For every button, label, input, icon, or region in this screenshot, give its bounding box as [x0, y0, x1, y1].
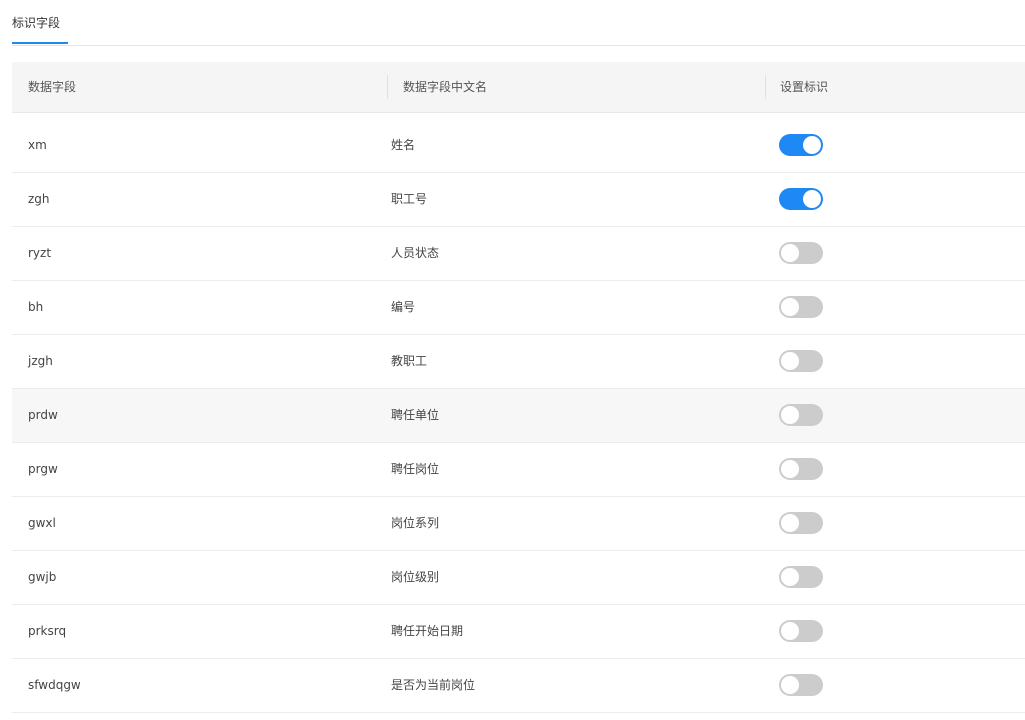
toggle-knob	[781, 676, 799, 694]
set-flag-toggle[interactable]	[779, 566, 823, 588]
field-chinese-name: 岗位系列	[391, 516, 440, 530]
table-row: zgh 职工号	[12, 173, 1025, 227]
column-header-set-flag: 设置标识	[780, 80, 829, 94]
set-flag-toggle[interactable]	[779, 188, 823, 210]
table-row: ryzt 人员状态	[12, 227, 1025, 281]
set-flag-toggle[interactable]	[779, 674, 823, 696]
column-divider	[765, 75, 766, 99]
field-chinese-name: 聘任岗位	[391, 462, 440, 476]
field-chinese-name: 岗位级别	[391, 570, 440, 584]
table-row: xm 姓名	[12, 119, 1025, 173]
tab-label: 标识字段	[12, 16, 61, 30]
field-code: jzgh	[28, 354, 53, 368]
fields-table: 数据字段 数据字段中文名 设置标识 xm 姓名 zgh 职工号 ryzt 人员状态 bh 编号…	[12, 62, 1025, 713]
field-chinese-name: 编号	[391, 300, 416, 314]
table-row: bh 编号	[12, 281, 1025, 335]
toggle-knob	[803, 136, 821, 154]
table-row: gwjb 岗位级别	[12, 551, 1025, 605]
field-code: ryzt	[28, 246, 52, 260]
set-flag-toggle[interactable]	[779, 512, 823, 534]
set-flag-toggle[interactable]	[779, 296, 823, 318]
field-code: gwxl	[28, 516, 56, 530]
toggle-knob	[781, 568, 799, 586]
set-flag-toggle[interactable]	[779, 350, 823, 372]
field-code: sfwdqgw	[28, 678, 81, 692]
field-code: zgh	[28, 192, 50, 206]
toggle-knob	[781, 352, 799, 370]
table-body: xm 姓名 zgh 职工号 ryzt 人员状态 bh 编号 jzgh 教职工 prdw 聘任单位 prg…	[12, 119, 1025, 713]
tab-identifier-fields[interactable]: 标识字段	[12, 14, 60, 45]
column-header-field: 数据字段	[28, 80, 77, 94]
field-chinese-name: 聘任单位	[391, 408, 440, 422]
field-code: gwjb	[28, 570, 57, 584]
field-chinese-name: 是否为当前岗位	[391, 678, 476, 692]
set-flag-toggle[interactable]	[779, 134, 823, 156]
field-code: prksrq	[28, 624, 67, 638]
field-chinese-name: 姓名	[391, 138, 416, 152]
set-flag-toggle[interactable]	[779, 242, 823, 264]
field-code: prgw	[28, 462, 58, 476]
field-code: bh	[28, 300, 44, 314]
toggle-knob	[781, 460, 799, 478]
table-header: 数据字段 数据字段中文名 设置标识	[12, 62, 1025, 113]
field-chinese-name: 聘任开始日期	[391, 624, 464, 638]
table-row: jzgh 教职工	[12, 335, 1025, 389]
table-row: prksrq 聘任开始日期	[12, 605, 1025, 659]
table-row: sfwdqgw 是否为当前岗位	[12, 659, 1025, 713]
table-row: prgw 聘任岗位	[12, 443, 1025, 497]
set-flag-toggle[interactable]	[779, 620, 823, 642]
table-row: prdw 聘任单位	[12, 389, 1025, 443]
tab-bar: 标识字段	[12, 0, 1025, 46]
column-divider	[387, 75, 388, 99]
field-chinese-name: 人员状态	[391, 246, 440, 260]
toggle-knob	[781, 244, 799, 262]
field-code: prdw	[28, 408, 58, 422]
toggle-knob	[781, 406, 799, 424]
toggle-knob	[781, 298, 799, 316]
field-code: xm	[28, 138, 47, 152]
toggle-knob	[781, 622, 799, 640]
toggle-knob	[781, 514, 799, 532]
field-chinese-name: 职工号	[391, 192, 428, 206]
field-chinese-name: 教职工	[391, 354, 428, 368]
column-header-chinese-name: 数据字段中文名	[403, 80, 488, 94]
set-flag-toggle[interactable]	[779, 404, 823, 426]
toggle-knob	[803, 190, 821, 208]
table-row: gwxl 岗位系列	[12, 497, 1025, 551]
set-flag-toggle[interactable]	[779, 458, 823, 480]
active-tab-indicator	[12, 42, 68, 44]
